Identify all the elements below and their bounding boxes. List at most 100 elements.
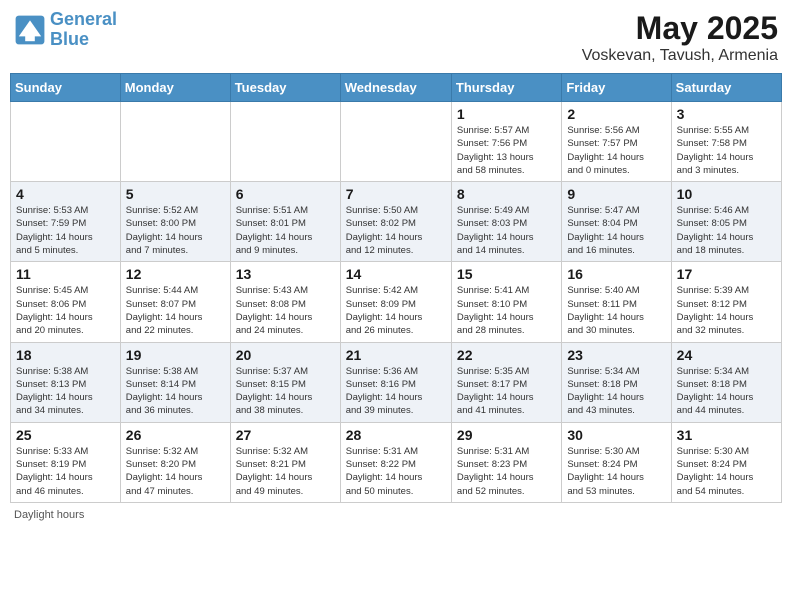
day-info: Sunrise: 5:40 AM Sunset: 8:11 PM Dayligh… bbox=[567, 284, 665, 337]
page-header: General Blue May 2025 Voskevan, Tavush, … bbox=[10, 10, 782, 65]
day-number: 15 bbox=[457, 266, 556, 282]
day-cell: 11 Sunrise: 5:45 AM Sunset: 8:06 PM Dayli… bbox=[11, 262, 121, 342]
day-cell: 31 Sunrise: 5:30 AM Sunset: 8:24 PM Dayli… bbox=[671, 422, 781, 502]
day-cell bbox=[230, 102, 340, 182]
weekday-header-row: SundayMondayTuesdayWednesdayThursdayFrid… bbox=[11, 74, 782, 102]
weekday-header-tuesday: Tuesday bbox=[230, 74, 340, 102]
day-info: Sunrise: 5:41 AM Sunset: 8:10 PM Dayligh… bbox=[457, 284, 556, 337]
day-cell: 20Sunrise: 5:37 AM Sunset: 8:15 PM Dayli… bbox=[230, 342, 340, 422]
day-info: Sunrise: 5:45 AM Sunset: 8:06 PM Dayligh… bbox=[16, 284, 115, 337]
day-cell: 10 Sunrise: 5:46 AM Sunset: 8:05 PM Dayli… bbox=[671, 182, 781, 262]
day-number: 25 bbox=[16, 427, 115, 443]
day-cell bbox=[11, 102, 121, 182]
day-info: Sunrise: 5:30 AM Sunset: 8:24 PM Dayligh… bbox=[567, 445, 665, 498]
day-info: Sunrise: 5:35 AM Sunset: 8:17 PM Dayligh… bbox=[457, 365, 556, 418]
day-number: 29 bbox=[457, 427, 556, 443]
day-info: Sunrise: 5:47 AM Sunset: 8:04 PM Dayligh… bbox=[567, 204, 665, 257]
location: Voskevan, Tavush, Armenia bbox=[582, 47, 778, 65]
calendar-table: SundayMondayTuesdayWednesdayThursdayFrid… bbox=[10, 73, 782, 503]
weekday-header-thursday: Thursday bbox=[451, 74, 561, 102]
day-number: 26 bbox=[126, 427, 225, 443]
day-cell: 4 Sunrise: 5:53 AM Sunset: 7:59 PM Daylig… bbox=[11, 182, 121, 262]
day-cell: 18Sunrise: 5:38 AM Sunset: 8:13 PM Dayli… bbox=[11, 342, 121, 422]
week-row-3: 11 Sunrise: 5:45 AM Sunset: 8:06 PM Dayli… bbox=[11, 262, 782, 342]
day-number: 7 bbox=[346, 186, 446, 202]
weekday-header-sunday: Sunday bbox=[11, 74, 121, 102]
day-cell: 12Sunrise: 5:44 AM Sunset: 8:07 PM Dayli… bbox=[120, 262, 230, 342]
day-info: Sunrise: 5:52 AM Sunset: 8:00 PM Dayligh… bbox=[126, 204, 225, 257]
day-number: 3 bbox=[677, 106, 776, 122]
day-cell: 26Sunrise: 5:32 AM Sunset: 8:20 PM Dayli… bbox=[120, 422, 230, 502]
day-number: 6 bbox=[236, 186, 335, 202]
weekday-header-monday: Monday bbox=[120, 74, 230, 102]
logo-line1: General bbox=[50, 9, 117, 29]
day-info: Sunrise: 5:53 AM Sunset: 7:59 PM Dayligh… bbox=[16, 204, 115, 257]
day-info: Sunrise: 5:32 AM Sunset: 8:21 PM Dayligh… bbox=[236, 445, 335, 498]
day-info: Sunrise: 5:56 AM Sunset: 7:57 PM Dayligh… bbox=[567, 124, 665, 177]
day-info: Sunrise: 5:39 AM Sunset: 8:12 PM Dayligh… bbox=[677, 284, 776, 337]
month-year: May 2025 bbox=[582, 10, 778, 47]
day-info: Sunrise: 5:49 AM Sunset: 8:03 PM Dayligh… bbox=[457, 204, 556, 257]
day-number: 22 bbox=[457, 347, 556, 363]
day-cell: 28 Sunrise: 5:31 AM Sunset: 8:22 PM Dayli… bbox=[340, 422, 451, 502]
daylight-label: Daylight hours bbox=[14, 509, 84, 521]
week-row-2: 4 Sunrise: 5:53 AM Sunset: 7:59 PM Daylig… bbox=[11, 182, 782, 262]
day-info: Sunrise: 5:31 AM Sunset: 8:22 PM Dayligh… bbox=[346, 445, 446, 498]
day-cell: 15 Sunrise: 5:41 AM Sunset: 8:10 PM Dayli… bbox=[451, 262, 561, 342]
day-cell: 16Sunrise: 5:40 AM Sunset: 8:11 PM Dayli… bbox=[562, 262, 671, 342]
day-cell: 5Sunrise: 5:52 AM Sunset: 8:00 PM Daylig… bbox=[120, 182, 230, 262]
day-cell: 29 Sunrise: 5:31 AM Sunset: 8:23 PM Dayli… bbox=[451, 422, 561, 502]
day-cell: 27Sunrise: 5:32 AM Sunset: 8:21 PM Dayli… bbox=[230, 422, 340, 502]
weekday-header-wednesday: Wednesday bbox=[340, 74, 451, 102]
logo-text: General Blue bbox=[50, 10, 117, 50]
weekday-header-saturday: Saturday bbox=[671, 74, 781, 102]
day-number: 11 bbox=[16, 266, 115, 282]
day-info: Sunrise: 5:38 AM Sunset: 8:14 PM Dayligh… bbox=[126, 365, 225, 418]
day-cell: 13 Sunrise: 5:43 AM Sunset: 8:08 PM Dayli… bbox=[230, 262, 340, 342]
day-number: 17 bbox=[677, 266, 776, 282]
day-info: Sunrise: 5:30 AM Sunset: 8:24 PM Dayligh… bbox=[677, 445, 776, 498]
logo: General Blue bbox=[14, 10, 117, 50]
day-cell: 24Sunrise: 5:34 AM Sunset: 8:18 PM Dayli… bbox=[671, 342, 781, 422]
logo-line2: Blue bbox=[50, 29, 89, 49]
week-row-5: 25 Sunrise: 5:33 AM Sunset: 8:19 PM Dayli… bbox=[11, 422, 782, 502]
day-info: Sunrise: 5:43 AM Sunset: 8:08 PM Dayligh… bbox=[236, 284, 335, 337]
day-number: 30 bbox=[567, 427, 665, 443]
day-cell: 9 Sunrise: 5:47 AM Sunset: 8:04 PM Daylig… bbox=[562, 182, 671, 262]
calendar-footer: Daylight hours bbox=[10, 509, 782, 521]
day-number: 13 bbox=[236, 266, 335, 282]
day-cell: 25 Sunrise: 5:33 AM Sunset: 8:19 PM Dayli… bbox=[11, 422, 121, 502]
day-cell: 23Sunrise: 5:34 AM Sunset: 8:18 PM Dayli… bbox=[562, 342, 671, 422]
day-cell: 6 Sunrise: 5:51 AM Sunset: 8:01 PM Daylig… bbox=[230, 182, 340, 262]
day-info: Sunrise: 5:55 AM Sunset: 7:58 PM Dayligh… bbox=[677, 124, 776, 177]
day-cell: 22 Sunrise: 5:35 AM Sunset: 8:17 PM Dayli… bbox=[451, 342, 561, 422]
day-number: 31 bbox=[677, 427, 776, 443]
day-info: Sunrise: 5:51 AM Sunset: 8:01 PM Dayligh… bbox=[236, 204, 335, 257]
day-info: Sunrise: 5:33 AM Sunset: 8:19 PM Dayligh… bbox=[16, 445, 115, 498]
day-cell: 2Sunrise: 5:56 AM Sunset: 7:57 PM Daylig… bbox=[562, 102, 671, 182]
week-row-4: 18Sunrise: 5:38 AM Sunset: 8:13 PM Dayli… bbox=[11, 342, 782, 422]
day-info: Sunrise: 5:44 AM Sunset: 8:07 PM Dayligh… bbox=[126, 284, 225, 337]
day-cell: 7Sunrise: 5:50 AM Sunset: 8:02 PM Daylig… bbox=[340, 182, 451, 262]
day-info: Sunrise: 5:34 AM Sunset: 8:18 PM Dayligh… bbox=[677, 365, 776, 418]
day-number: 1 bbox=[457, 106, 556, 122]
day-cell: 8Sunrise: 5:49 AM Sunset: 8:03 PM Daylig… bbox=[451, 182, 561, 262]
day-cell: 3 Sunrise: 5:55 AM Sunset: 7:58 PM Daylig… bbox=[671, 102, 781, 182]
day-cell: 14Sunrise: 5:42 AM Sunset: 8:09 PM Dayli… bbox=[340, 262, 451, 342]
day-cell bbox=[340, 102, 451, 182]
title-block: May 2025 Voskevan, Tavush, Armenia bbox=[582, 10, 778, 65]
day-info: Sunrise: 5:31 AM Sunset: 8:23 PM Dayligh… bbox=[457, 445, 556, 498]
day-info: Sunrise: 5:46 AM Sunset: 8:05 PM Dayligh… bbox=[677, 204, 776, 257]
weekday-header-friday: Friday bbox=[562, 74, 671, 102]
day-info: Sunrise: 5:42 AM Sunset: 8:09 PM Dayligh… bbox=[346, 284, 446, 337]
day-cell: 21Sunrise: 5:36 AM Sunset: 8:16 PM Dayli… bbox=[340, 342, 451, 422]
day-number: 21 bbox=[346, 347, 446, 363]
day-number: 10 bbox=[677, 186, 776, 202]
day-number: 9 bbox=[567, 186, 665, 202]
day-cell bbox=[120, 102, 230, 182]
day-number: 4 bbox=[16, 186, 115, 202]
logo-icon bbox=[14, 14, 46, 46]
day-cell: 30 Sunrise: 5:30 AM Sunset: 8:24 PM Dayli… bbox=[562, 422, 671, 502]
day-number: 28 bbox=[346, 427, 446, 443]
day-number: 20 bbox=[236, 347, 335, 363]
